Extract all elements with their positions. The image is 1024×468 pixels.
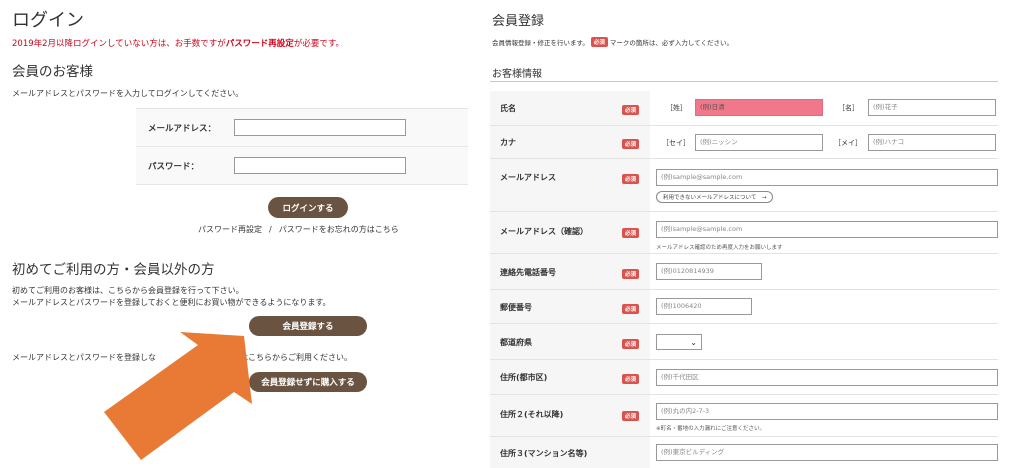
forgot-password-link[interactable]: パスワードをお忘れの方はこちら [279, 224, 399, 235]
chevron-down-icon: ⌄ [690, 338, 697, 347]
prefecture-label: 都道府県 [500, 338, 532, 347]
login-button[interactable]: ログインする [268, 197, 348, 218]
first-time-heading: 初めてご利用の方・会員以外の方 [12, 262, 215, 278]
required-badge: 必須 [622, 228, 640, 238]
email-confirm-hint: メールアドレス確認のため再度入力をお願いします [656, 245, 783, 251]
first-time-desc-1: 初めてご利用のお客様は、こちらから会員登録を行って下さい。 [12, 286, 244, 295]
password-row: パスワード： [136, 147, 468, 185]
last-name-kana-input[interactable]: (例)ニッシン [695, 134, 823, 151]
section-divider [490, 81, 998, 82]
login-form: メールアドレス： パスワード： [136, 108, 468, 185]
registration-panel: 会員登録 会員情報登録・修正を行います。 必須 マークの箇所は、必ず入力してくだ… [480, 0, 1024, 468]
name-label: 氏名 [500, 104, 516, 113]
register-button[interactable]: 会員登録する [249, 316, 367, 336]
address2-hint: ※町名・番地の入力漏れにご注意ください。 [656, 426, 765, 432]
postal-code-input[interactable]: (例)1006420 [656, 298, 752, 315]
email-input[interactable] [234, 119, 406, 136]
form-row-address1: 住所(都市区) 必須 (例)千代田区 [490, 360, 998, 395]
first-time-desc-2: メールアドレスとパスワードを登録しておくと便利にお買い物ができるようになります。 [12, 298, 331, 307]
last-name-input[interactable]: (例)日清 [695, 99, 823, 116]
required-badge: 必須 [622, 339, 640, 349]
first-name-kana-input[interactable]: (例)ハナコ [868, 134, 996, 151]
sei-kana-bracket: ［セイ］ [662, 139, 690, 147]
required-badge: 必須 [622, 269, 640, 279]
required-badge: 必須 [622, 174, 640, 184]
city-input[interactable]: (例)千代田区 [656, 369, 998, 386]
phone-label: 連絡先電話番号 [500, 268, 556, 277]
unusable-email-info-button[interactable]: 利用できないメールアドレスについて → [656, 191, 774, 203]
member-heading: 会員のお客様 [12, 64, 93, 80]
password-links: パスワード再設定 / パスワードをお忘れの方はこちら [198, 224, 399, 235]
email-confirm-input[interactable]: (例)sample@sample.com [656, 221, 998, 238]
email-confirm-label: メールアドレス（確認） [500, 227, 588, 236]
required-badge: 必須 [622, 139, 640, 149]
required-badge: 必須 [622, 374, 640, 384]
required-badge: 必須 [622, 105, 640, 115]
guest-desc-start: メールアドレスとパスワードを登録しな [12, 353, 156, 362]
password-reset-notice: 2019年2月以降ログインしていない方は、お手数ですがパスワード再設定が必要です… [12, 39, 344, 49]
required-badge: 必須 [622, 304, 640, 314]
form-row-prefecture: 都道府県 必須 ⌄ [490, 324, 998, 360]
guest-desc-end: 方はこちらからご利用ください。 [232, 353, 352, 362]
link-separator: / [269, 225, 272, 234]
password-input[interactable] [234, 157, 406, 174]
required-badge: 必須 [622, 411, 640, 421]
form-row-email: メールアドレス 必須 (例)sample@sample.com 利用できないメー… [490, 159, 998, 212]
required-badge: 必須 [590, 37, 608, 47]
mei-kana-bracket: ［メイ］ [834, 139, 862, 147]
form-row-address2: 住所２(それ以降) 必須 (例)丸の内2-7-3 ※町名・番地の入力漏れにご注意… [490, 395, 998, 437]
street-address-input[interactable]: (例)丸の内2-7-3 [656, 403, 998, 420]
mei-bracket: ［名］ [838, 104, 859, 112]
password-reset-link[interactable]: パスワード再設定 [198, 224, 262, 235]
first-name-input[interactable]: (例)花子 [868, 99, 996, 116]
sei-bracket: ［姓］ [666, 104, 687, 112]
registration-title: 会員登録 [492, 14, 545, 29]
email-row: メールアドレス： [136, 109, 468, 147]
address2-label: 住所２(それ以降) [500, 410, 564, 419]
prefecture-select[interactable]: ⌄ [656, 334, 702, 350]
address1-label: 住所(都市区) [500, 373, 548, 382]
phone-input[interactable]: (例)0120814939 [656, 263, 762, 280]
email-label: メールアドレス： [148, 124, 217, 134]
address3-label: 住所３(マンション名等) [500, 449, 588, 458]
registration-description: 会員情報登録・修正を行います。 必須 マークの箇所は、必ず入力してください。 [492, 37, 733, 47]
login-title: ログイン [12, 10, 84, 31]
form-row-address3: 住所３(マンション名等) (例)東京ビルディング [490, 437, 998, 468]
email-input[interactable]: (例)sample@sample.com [656, 169, 998, 186]
form-row-email-confirm: メールアドレス（確認） 必須 (例)sample@sample.com メールア… [490, 212, 998, 254]
form-row-kana: カナ 必須 ［セイ］ (例)ニッシン ［メイ］ (例)ハナコ [490, 126, 998, 159]
building-input[interactable]: (例)東京ビルディング [656, 444, 998, 461]
form-row-postal: 郵便番号 必須 (例)1006420 [490, 290, 998, 324]
password-label: パスワード： [148, 162, 200, 172]
guest-checkout-button[interactable]: 会員登録せずに購入する [249, 372, 367, 392]
login-panel: ログイン 2019年2月以降ログインしていない方は、お手数ですがパスワード再設定… [0, 0, 470, 468]
kana-label: カナ [500, 138, 516, 147]
form-row-phone: 連絡先電話番号 必須 (例)0120814939 [490, 254, 998, 290]
form-row-name: 氏名 必須 ［姓］ (例)日清 ［名］ (例)花子 [490, 91, 998, 126]
customer-info-title: お客様情報 [492, 69, 542, 80]
email-label: メールアドレス [500, 173, 556, 182]
password-reset-notice-link[interactable]: パスワード再設定 [226, 39, 294, 49]
postal-label: 郵便番号 [500, 303, 532, 312]
login-description: メールアドレスとパスワードを入力してログインしてください。 [12, 89, 244, 98]
